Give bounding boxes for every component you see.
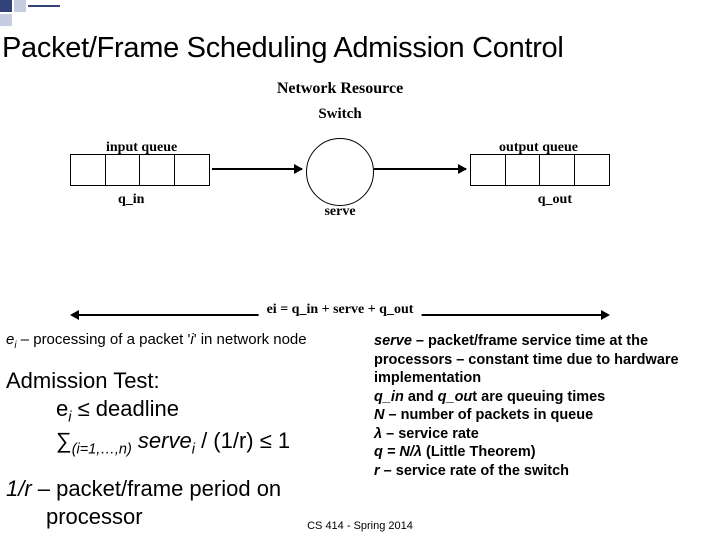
ei-equation: ei = q_in + serve + q_out bbox=[259, 302, 422, 318]
admission-line-1: ei ≤ deadline bbox=[6, 395, 374, 427]
def-q: q = N/λ (Little Theorem) bbox=[374, 443, 714, 462]
network-resource-label: Network Resource bbox=[60, 80, 620, 98]
q-out-label: q_out bbox=[538, 192, 572, 208]
switch-label: Switch bbox=[318, 106, 361, 123]
period-line-1: 1/r – packet/frame period on bbox=[6, 475, 374, 503]
def-n: N – number of packets in queue bbox=[374, 406, 714, 425]
def-serve: serve – packet/frame service time at the… bbox=[374, 332, 714, 388]
slide: Packet/Frame Scheduling Admission Contro… bbox=[0, 0, 720, 540]
corner-decoration bbox=[0, 0, 60, 28]
switch-circle bbox=[306, 138, 374, 206]
arrow-switch-to-out bbox=[374, 168, 466, 170]
right-column: serve – packet/frame service time at the… bbox=[374, 330, 714, 534]
def-qin-qout: q_in and q_out are queuing times bbox=[374, 388, 714, 407]
admission-line-2: ∑(i=1,…,n) servei / (1/r) ≤ 1 bbox=[6, 427, 374, 459]
bi-arrow: ei = q_in + serve + q_out bbox=[70, 304, 610, 326]
left-column: ei – processing of a packet 'i' in netwo… bbox=[6, 330, 374, 534]
def-r: r – service rate of the switch bbox=[374, 462, 714, 481]
network-diagram: Network Resource Switch input queue outp… bbox=[60, 80, 620, 228]
q-in-label: q_in bbox=[118, 192, 144, 208]
output-queue-box bbox=[470, 154, 610, 186]
lower-content: ei – processing of a packet 'i' in netwo… bbox=[6, 330, 714, 534]
footer: CS 414 - Spring 2014 bbox=[307, 520, 413, 532]
serve-label: serve bbox=[324, 204, 355, 220]
arrow-in-to-switch bbox=[212, 168, 302, 170]
input-queue-box bbox=[70, 154, 210, 186]
ei-description: ei – processing of a packet 'i' in netwo… bbox=[6, 330, 374, 353]
def-lambda: λ – service rate bbox=[374, 425, 714, 444]
page-title: Packet/Frame Scheduling Admission Contro… bbox=[0, 0, 720, 73]
admission-test-title: Admission Test: bbox=[6, 367, 374, 395]
